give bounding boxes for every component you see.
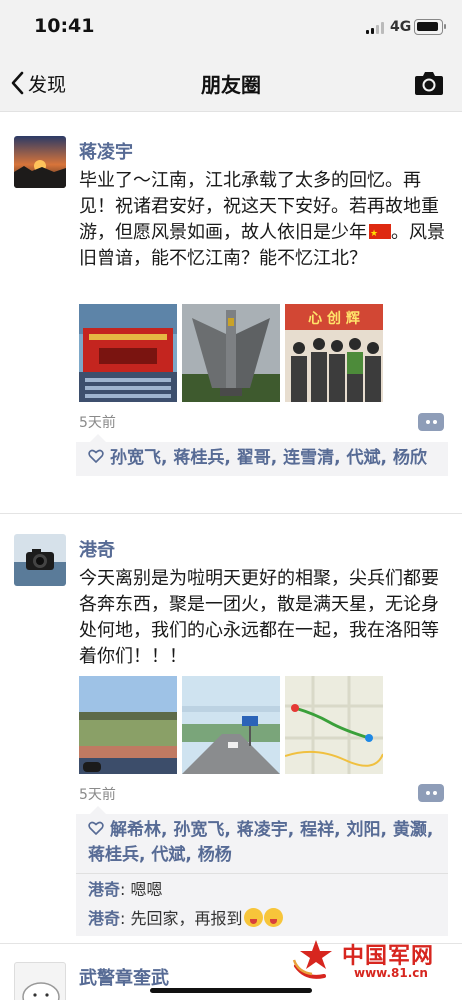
post-author[interactable]: 武警章奎武 xyxy=(79,964,169,990)
heart-icon xyxy=(88,821,104,835)
post-time: 5天前 xyxy=(79,787,116,803)
comment-item[interactable]: 港奇: 先回家，再报到 xyxy=(76,904,448,936)
comment-author[interactable]: 港奇 xyxy=(88,909,120,928)
avatar[interactable] xyxy=(14,534,66,586)
top-bar: 10:41 4G 发现 朋友圈 xyxy=(0,0,462,112)
likes-names: 解希林, 孙宽飞, 蒋凌宇, 程祥, 刘阳, 黄灏, 蒋桂兵, 代斌, 杨杨 xyxy=(88,820,434,865)
comment-author[interactable]: 港奇 xyxy=(88,880,120,899)
likes-list[interactable]: 孙宽飞, 蒋桂兵, 翟哥, 连雪清, 代斌, 杨欣 xyxy=(76,442,448,476)
comment-text: : 嗯嗯 xyxy=(120,880,163,899)
battery-icon xyxy=(414,19,446,35)
heart-icon xyxy=(88,449,104,463)
camera-icon[interactable] xyxy=(414,70,444,96)
photo-stage[interactable] xyxy=(79,304,177,402)
nav-bar: 发现 朋友圈 xyxy=(0,56,462,112)
chevron-left-icon xyxy=(11,71,24,95)
post-text: 今天离别是为啦明天更好的相聚，尖兵们都要各奔东西，聚是一团火，散是满天星，无论身… xyxy=(79,568,439,667)
photo-grid: 心 创 辉 xyxy=(79,304,383,402)
page-title: 朋友圈 xyxy=(201,73,261,97)
photo-grid xyxy=(79,676,383,774)
moment-post: 港奇 今天离别是为啦明天更好的相聚，尖兵们都要各奔东西，聚是一团火，散是满天星，… xyxy=(0,514,462,942)
back-label: 发现 xyxy=(28,73,67,96)
photo-monument[interactable] xyxy=(182,304,280,402)
photo-road[interactable] xyxy=(182,676,280,774)
post-author[interactable]: 蒋凌宇 xyxy=(79,138,133,164)
post-author[interactable]: 港奇 xyxy=(79,536,115,562)
network-type: 4G xyxy=(390,19,412,35)
post-time: 5天前 xyxy=(79,415,116,431)
watermark: 中国军网 www.81.cn xyxy=(292,936,452,984)
tongue-out-emoji-icon xyxy=(263,908,283,927)
likes-list[interactable]: 解希林, 孙宽飞, 蒋凌宇, 程祥, 刘阳, 黄灏, 蒋桂兵, 代斌, 杨杨 xyxy=(76,814,448,873)
likes-panel: 孙宽飞, 蒋桂兵, 翟哥, 连雪清, 代斌, 杨欣 xyxy=(76,434,448,476)
watermark-url: www.81.cn xyxy=(354,966,428,980)
likes-names: 孙宽飞, 蒋桂兵, 翟哥, 连雪清, 代斌, 杨欣 xyxy=(110,448,427,468)
post-text: 毕业了～江南，江北承载了太多的回忆。再见！祝诸君安好，祝这天下安好。若再故地重游… xyxy=(79,168,449,272)
comment-more-button[interactable] xyxy=(418,413,444,431)
status-bar: 10:41 4G xyxy=(0,0,462,56)
photo-map[interactable] xyxy=(285,676,383,774)
comment-item[interactable]: 港奇: 嗯嗯 xyxy=(76,874,448,904)
china-flag-icon xyxy=(369,221,391,247)
army-logo-icon xyxy=(292,940,332,979)
avatar[interactable] xyxy=(14,962,66,1000)
comment-more-button[interactable] xyxy=(418,784,444,802)
status-time: 10:41 xyxy=(34,15,95,37)
avatar[interactable] xyxy=(14,136,66,188)
home-indicator xyxy=(150,988,312,993)
photo-field[interactable] xyxy=(79,676,177,774)
photo-group[interactable]: 心 创 辉 xyxy=(285,304,383,402)
banner-text: 心 创 辉 xyxy=(308,310,360,327)
moment-post: 蒋凌宇 毕业了～江南，江北承载了太多的回忆。再见！祝诸君安好，祝这天下安好。若再… xyxy=(0,112,462,512)
comment-text: : 先回家，再报到 xyxy=(120,909,243,928)
likes-panel: 解希林, 孙宽飞, 蒋凌宇, 程祥, 刘阳, 黄灏, 蒋桂兵, 代斌, 杨杨 港… xyxy=(76,806,448,936)
tongue-out-emoji-icon xyxy=(243,908,263,927)
signal-icon xyxy=(366,22,386,34)
back-button[interactable]: 发现 xyxy=(10,68,66,98)
